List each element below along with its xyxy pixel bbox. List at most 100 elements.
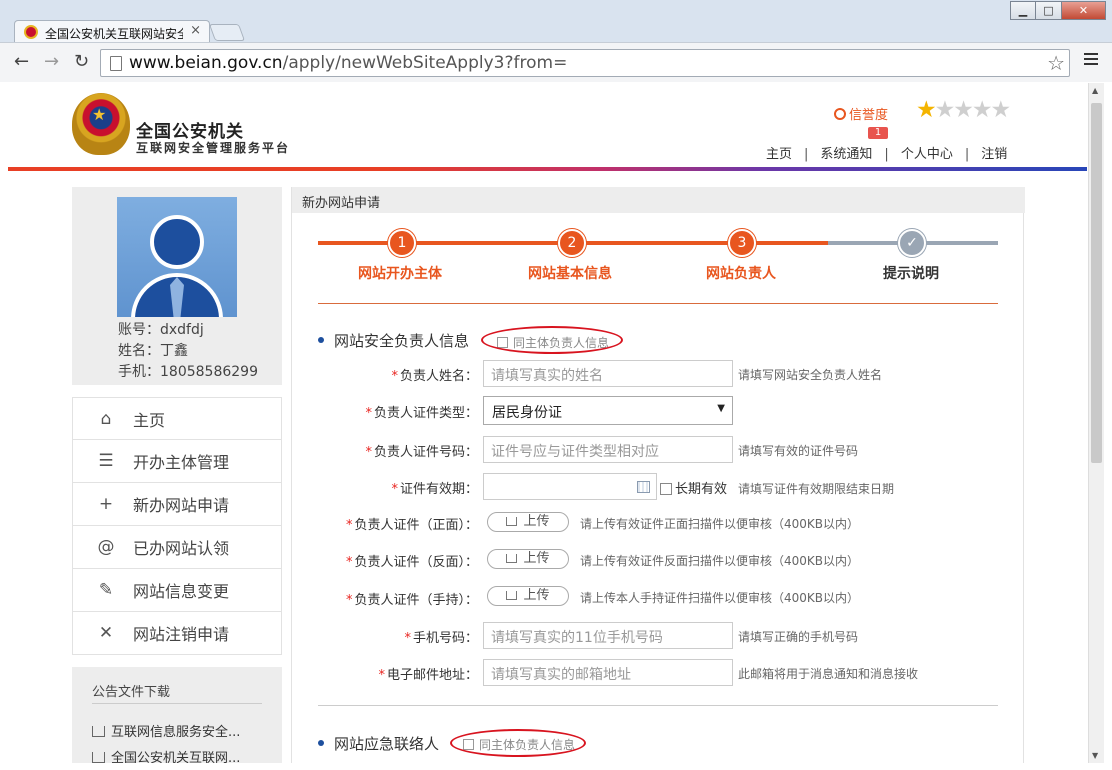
calendar-icon[interactable] xyxy=(637,481,650,493)
bookmark-star-icon[interactable]: ☆ xyxy=(1047,51,1065,75)
upload-label: 上传 xyxy=(523,551,550,566)
profile-name: 姓名：丁鑫 xyxy=(118,343,188,359)
nav-home[interactable]: 主页 xyxy=(766,147,792,162)
police-emblem-icon xyxy=(72,93,130,155)
downloads-title: 公告文件下载 xyxy=(92,685,171,700)
hint-id-front: 请上传有效证件正面扫描件以便审核（400KB以内） xyxy=(580,517,860,531)
maximize-button[interactable]: □ xyxy=(1036,1,1062,20)
upload-id-hand-button[interactable]: 上传 xyxy=(487,586,569,606)
sidebar-item-home[interactable]: ⌂ 主页 xyxy=(72,397,282,440)
credit-label-text: 信誉度 xyxy=(849,108,889,123)
field-label-text: 负责人证件（正面）： xyxy=(354,518,478,533)
hint-mobile: 请填写正确的手机号码 xyxy=(738,630,859,644)
browser-chrome: 全国公安机关互联网站安全 × ▁ □ ✕ ← → ↻ www.beian.gov… xyxy=(0,0,1112,82)
tab-close-icon[interactable]: × xyxy=(190,23,201,38)
hint-id-hand: 请上传本人手持证件扫描件以便审核（400KB以内） xyxy=(580,591,860,605)
scroll-down-icon[interactable]: ▼ xyxy=(1092,751,1098,760)
browser-menu-icon[interactable] xyxy=(1084,53,1098,65)
hint-id-back: 请上传有效证件反面扫描件以便审核（400KB以内） xyxy=(580,554,860,568)
field-label-id-front: * 负责人证件（正面）： xyxy=(298,514,478,533)
nav-logout[interactable]: 注销 xyxy=(981,147,1007,162)
notice-count-badge: 1 xyxy=(868,127,888,139)
field-label-name: * 负责人姓名： xyxy=(298,365,478,384)
avatar-head-icon xyxy=(150,215,204,269)
field-label-text: 负责人证件类型： xyxy=(373,406,478,421)
validity-date-input[interactable] xyxy=(483,473,657,500)
plus-icon: + xyxy=(98,494,114,514)
sidebar-item-change-info[interactable]: ✎ 网站信息变更 xyxy=(72,569,282,612)
site-header: 全国公安机关 互联网安全管理服务平台 信誉度 ★★★★★ 1 主页|系统通知|个… xyxy=(8,83,1087,171)
hint-name: 请填写网站安全负责人姓名 xyxy=(738,368,883,382)
sidebar-menu: ⌂ 主页 ☰ 开办主体管理 + 新办网站申请 @ 已办网站认领 ✎ 网站信息变更 ✕ 网站注… xyxy=(72,397,282,655)
step-1-label: 网站开办主体 xyxy=(358,266,442,282)
step-1-dot: 1 xyxy=(388,229,416,257)
forward-arrow-icon[interactable]: → xyxy=(44,51,59,72)
reload-icon[interactable]: ↻ xyxy=(74,51,89,72)
mobile-input[interactable]: 请填写真实的11位手机号码 xyxy=(483,622,733,649)
sidebar-item-cancel-website[interactable]: ✕ 网站注销申请 xyxy=(72,612,282,655)
home-icon: ⌂ xyxy=(100,408,112,429)
scroll-thumb[interactable] xyxy=(1091,103,1102,463)
page-icon xyxy=(110,56,122,71)
new-tab-button[interactable] xyxy=(208,24,246,41)
upload-id-front-button[interactable]: 上传 xyxy=(487,512,569,532)
id-number-input[interactable]: 证件号应与证件类型相对应 xyxy=(483,436,733,463)
star-filled-icon: ★ xyxy=(916,97,937,123)
chevron-down-icon: ▼ xyxy=(717,403,725,414)
sidebar-item-label: 新办网站申请 xyxy=(133,496,230,515)
sidebar-item-new-website[interactable]: + 新办网站申请 xyxy=(72,483,282,526)
owner-name-input[interactable]: 请填写真实的姓名 xyxy=(483,360,733,387)
minimize-button[interactable]: ▁ xyxy=(1010,1,1036,20)
bullet-icon xyxy=(318,337,324,343)
id-type-value: 居民身份证 xyxy=(492,405,562,421)
star-empty-icon: ★ xyxy=(953,97,974,123)
field-label-email: * 电子邮件地址： xyxy=(298,664,478,683)
required-mark: * xyxy=(404,631,411,646)
site-subtitle: 互联网安全管理服务平台 xyxy=(136,141,291,155)
upload-label: 上传 xyxy=(523,588,550,603)
section-title-text: 网站安全负责人信息 xyxy=(334,332,470,350)
step-2-dot: 2 xyxy=(558,229,586,257)
sidebar-item-label: 已办网站认领 xyxy=(133,539,230,558)
highlight-oval xyxy=(450,729,586,757)
close-icon: ✕ xyxy=(98,623,114,643)
id-type-select[interactable]: 居民身份证 ▼ xyxy=(483,396,733,425)
nav-notifications[interactable]: 系统通知 xyxy=(820,147,872,162)
url-path: /apply/newWebSiteApply3?from= xyxy=(282,53,568,73)
credit-rating-label[interactable]: 信誉度 xyxy=(834,104,888,123)
url-text: www.beian.gov.cn/apply/newWebSiteApply3?… xyxy=(129,53,567,73)
downloads-panel: 公告文件下载 互联网信息服务安全... 全国公安机关互联网... xyxy=(72,667,282,763)
panel-title: 新办网站申请 xyxy=(292,187,1025,213)
sidebar-item-claim-website[interactable]: @ 已办网站认领 xyxy=(72,526,282,569)
back-arrow-icon[interactable]: ← xyxy=(14,51,29,72)
download-link[interactable]: 互联网信息服务安全... xyxy=(92,721,240,740)
ribbon-icon xyxy=(834,108,846,120)
download-link-text: 全国公安机关互联网... xyxy=(111,751,241,763)
nav-personal-center[interactable]: 个人中心 xyxy=(901,147,953,162)
header-divider xyxy=(8,167,1087,171)
window-close-button[interactable]: ✕ xyxy=(1062,1,1106,20)
email-input[interactable]: 请填写真实的邮箱地址 xyxy=(483,659,733,686)
page-scrollbar[interactable]: ▲ ▼ xyxy=(1088,83,1104,763)
required-mark: * xyxy=(345,518,353,533)
download-icon xyxy=(92,726,105,737)
field-label-text: 手机号码： xyxy=(412,631,478,646)
long-term-checkbox[interactable]: 长期有效 xyxy=(660,478,727,497)
upload-id-back-button[interactable]: 上传 xyxy=(487,549,569,569)
download-link[interactable]: 全国公安机关互联网... xyxy=(92,747,240,763)
step-4-check-icon: ✓ xyxy=(898,229,926,257)
avatar xyxy=(117,197,237,317)
upload-icon xyxy=(506,591,518,600)
sidebar-item-entity-management[interactable]: ☰ 开办主体管理 xyxy=(72,440,282,483)
hint-email: 此邮箱将用于消息通知和消息接收 xyxy=(738,667,919,681)
browser-tab[interactable]: 全国公安机关互联网站安全 × xyxy=(14,20,210,43)
sidebar-item-label: 主页 xyxy=(133,410,166,430)
downloads-divider xyxy=(92,703,262,704)
field-label-validity: * 证件有效期： xyxy=(298,478,478,497)
browser-toolbar: ← → ↻ www.beian.gov.cn/apply/newWebSiteA… xyxy=(0,42,1112,82)
download-icon xyxy=(92,752,105,763)
nav-separator: | xyxy=(964,147,970,162)
address-bar[interactable]: www.beian.gov.cn/apply/newWebSiteApply3?… xyxy=(100,49,1070,77)
scroll-up-icon[interactable]: ▲ xyxy=(1092,86,1098,95)
required-mark: * xyxy=(345,555,353,570)
